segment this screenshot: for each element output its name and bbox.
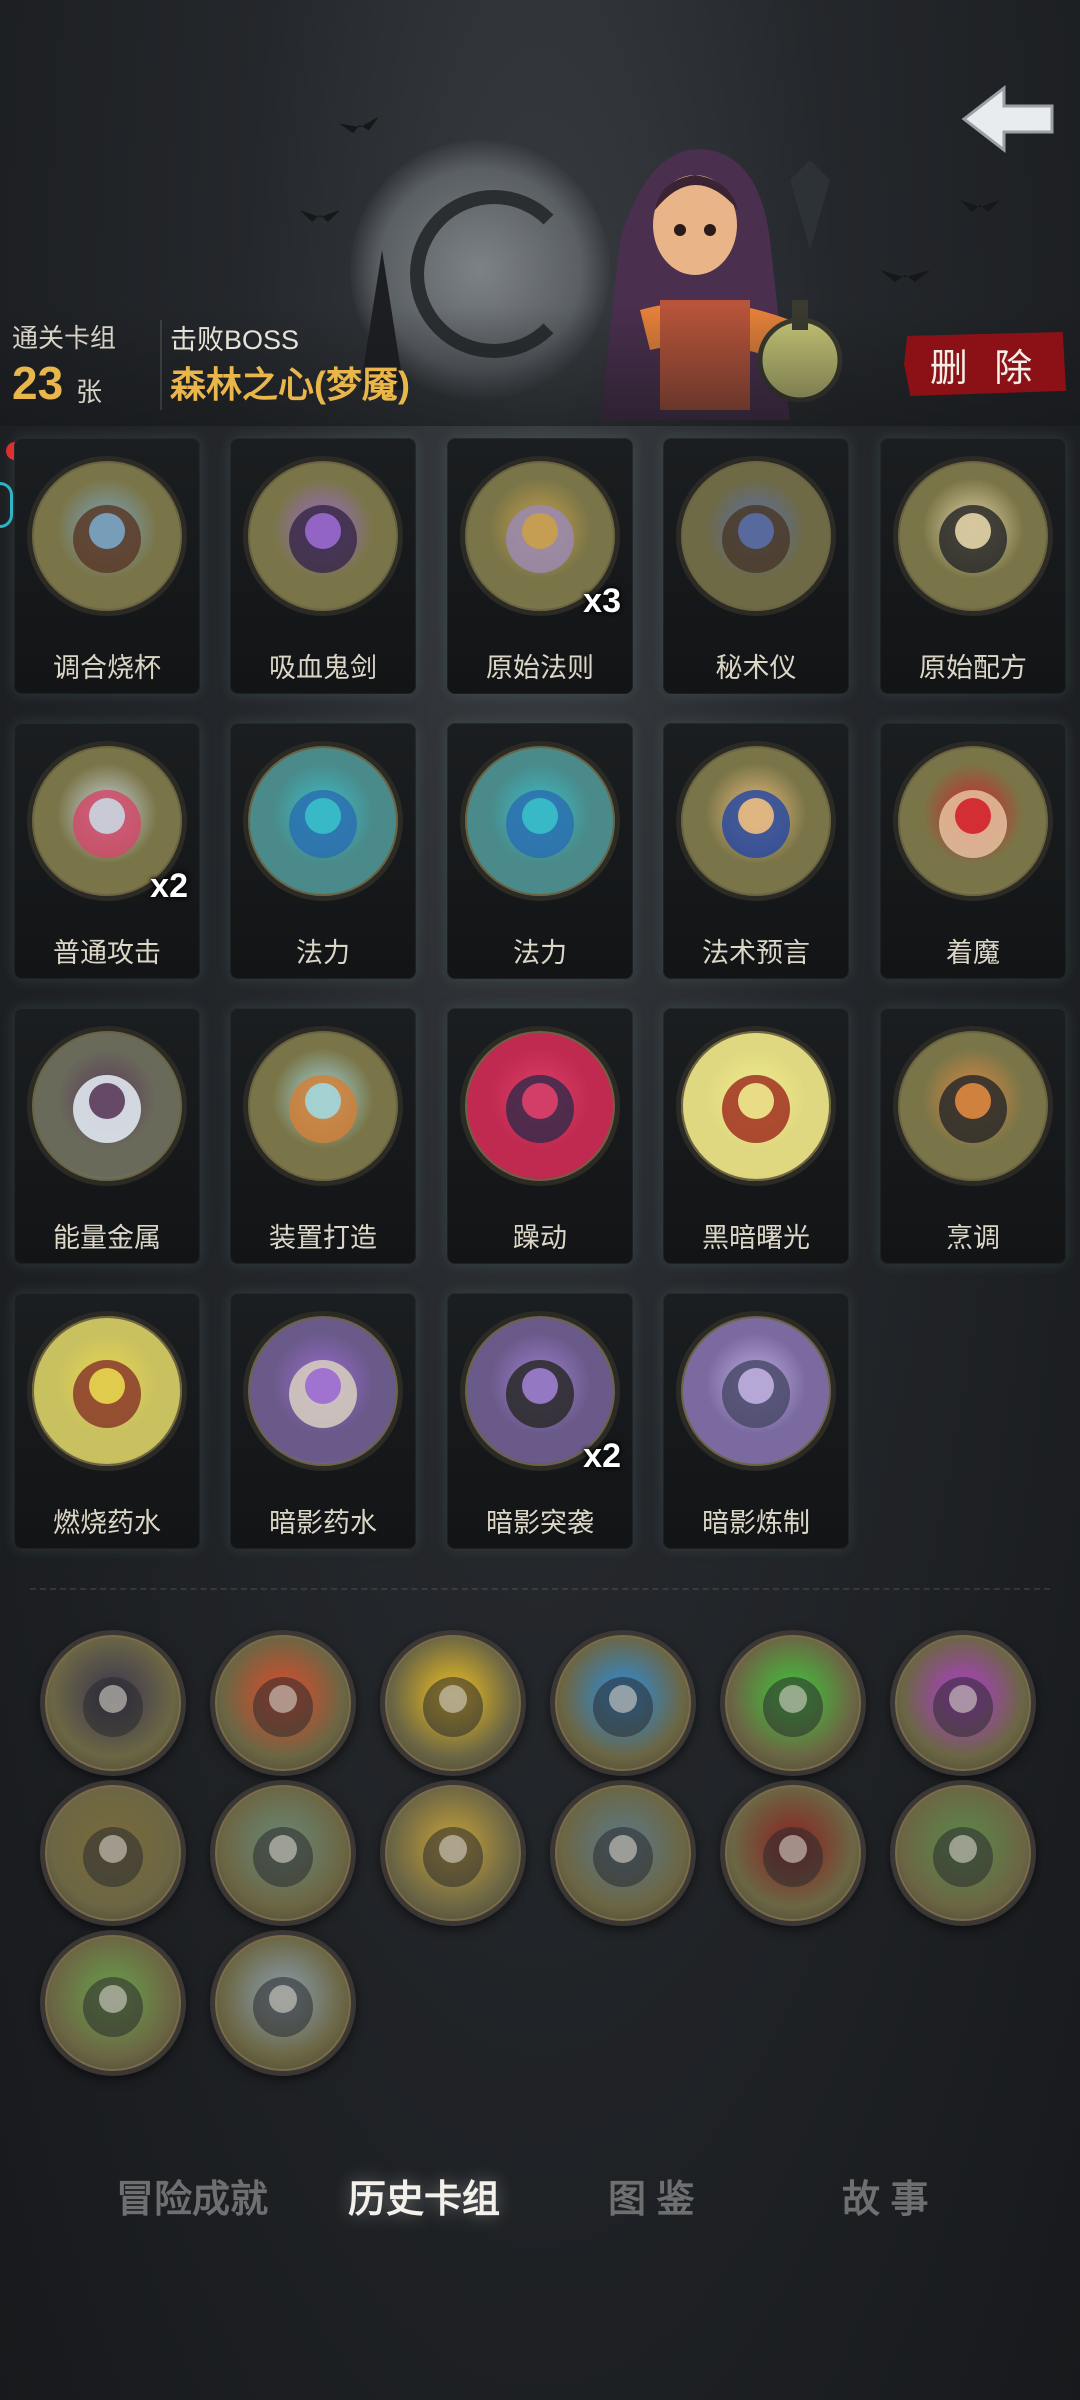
clear-deck-count: 23	[12, 357, 64, 409]
card-name: 原始法则	[486, 653, 594, 683]
tab-history-deck[interactable]: 历史卡组	[348, 2168, 500, 2223]
boss-name: 森林之心(梦魇)	[170, 364, 410, 405]
delete-button[interactable]: 删 除	[904, 332, 1066, 396]
deck-card[interactable]: 法力	[230, 723, 416, 979]
card-name: 法术预言	[702, 938, 810, 968]
scroll-icon	[893, 456, 1053, 616]
crystal-ball-icon	[676, 741, 836, 901]
bat-icon	[960, 200, 1000, 212]
shadow-serpent-icon	[676, 1311, 836, 1471]
singing-skull-green-icon[interactable]	[720, 1630, 866, 1776]
dagger-coins-icon[interactable]	[40, 1780, 186, 1926]
zombie-duo-icon[interactable]	[890, 1780, 1036, 1926]
card-name: 吸血鬼剑	[269, 653, 377, 683]
deck-card[interactable]: 黑暗曙光	[663, 1008, 849, 1264]
section-divider	[30, 1588, 1050, 1590]
gold-coins-hand-icon[interactable]	[380, 1780, 526, 1926]
card-name: 原始配方	[919, 653, 1027, 683]
dark-nest-icon[interactable]	[40, 1630, 186, 1776]
card-name: 黑暗曙光	[702, 1223, 810, 1253]
card-hand-icon[interactable]	[210, 1780, 356, 1926]
deck-card[interactable]: 躁动	[447, 1008, 633, 1264]
singing-skull-yellow-icon[interactable]	[380, 1630, 526, 1776]
bottled-spirit-icon[interactable]	[550, 1780, 696, 1926]
possessed-man-icon	[893, 741, 1053, 901]
deck-card[interactable]: 燃烧药水	[14, 1293, 200, 1549]
vampire-sword-icon	[243, 456, 403, 616]
card-name: 暗影突袭	[486, 1508, 594, 1538]
card-name: 装置打造	[269, 1223, 377, 1253]
deck-card[interactable]: 暗影炼制	[663, 1293, 849, 1549]
card-name: 燃烧药水	[53, 1508, 161, 1538]
bat-icon	[339, 117, 380, 136]
card-name: 普通攻击	[53, 938, 161, 968]
deck-card[interactable]: 装置打造	[230, 1008, 416, 1264]
fox-chef-icon	[893, 1026, 1053, 1186]
card-name: 着魔	[946, 938, 1000, 968]
arcane-device-icon	[676, 456, 836, 616]
knife-icon[interactable]	[210, 1930, 356, 2076]
deck-card[interactable]: 法力	[447, 723, 633, 979]
card-name: 暗影炼制	[702, 1508, 810, 1538]
card-name: 调合烧杯	[53, 653, 161, 683]
tab-story[interactable]: 故 事	[842, 2168, 929, 2223]
ogre-ghost-icon[interactable]	[40, 1930, 186, 2076]
deck-card[interactable]: 调合烧杯	[14, 438, 200, 694]
card-name: 烹调	[946, 1223, 1000, 1253]
deck-card[interactable]: 烹调	[880, 1008, 1066, 1264]
vampire-icon[interactable]	[720, 1780, 866, 1926]
deck-card[interactable]: 吸血鬼剑	[230, 438, 416, 694]
singing-skull-blue-icon[interactable]	[550, 1630, 696, 1776]
divider	[160, 320, 162, 410]
flask-belt-icon	[27, 456, 187, 616]
card-name: 法力	[296, 938, 350, 968]
clear-deck-label: 通关卡组	[12, 323, 117, 353]
deck-card[interactable]: 能量金属	[14, 1008, 200, 1264]
deck-card[interactable]: 秘术仪	[663, 438, 849, 694]
deck-card[interactable]: 普通攻击 x2	[14, 723, 200, 979]
card-count-badge: x2	[150, 867, 188, 905]
card-name: 秘术仪	[715, 653, 797, 683]
side-handle[interactable]	[0, 482, 13, 528]
fire-potion-icon	[27, 1311, 187, 1471]
deck-card[interactable]: 原始法则 x3	[447, 438, 633, 694]
glass-dome-icon	[243, 1026, 403, 1186]
mana-orb-icon	[243, 741, 403, 901]
mana-orb-icon	[460, 741, 620, 901]
singing-skull-purple-icon[interactable]	[890, 1630, 1036, 1776]
skeleton-icon	[243, 1311, 403, 1471]
card-name: 能量金属	[53, 1223, 161, 1253]
card-count-badge: x2	[583, 1437, 621, 1475]
frenzy-figure-icon	[460, 1026, 620, 1186]
bat-icon	[300, 210, 340, 222]
deck-card[interactable]: 原始配方	[880, 438, 1066, 694]
count-unit: 张	[76, 377, 103, 407]
card-name: 法力	[513, 938, 567, 968]
deck-card[interactable]: 法术预言	[663, 723, 849, 979]
back-arrow-button[interactable]	[960, 84, 1056, 154]
deck-card[interactable]: 暗影突袭 x2	[447, 1293, 633, 1549]
bat-icon	[880, 270, 930, 282]
deck-card[interactable]: 暗影药水	[230, 1293, 416, 1549]
boss-label: 击败BOSS	[170, 325, 300, 355]
dark-creature-icon	[676, 1026, 836, 1186]
singing-skull-red-icon[interactable]	[210, 1630, 356, 1776]
tab-codex[interactable]: 图 鉴	[608, 2168, 695, 2223]
metal-bar-icon	[27, 1026, 187, 1186]
card-name: 躁动	[513, 1223, 567, 1253]
card-count-badge: x3	[583, 582, 621, 620]
deck-card[interactable]: 着魔	[880, 723, 1066, 979]
card-name: 暗影药水	[269, 1508, 377, 1538]
tab-adventure-achievements[interactable]: 冒险成就	[116, 2168, 268, 2223]
